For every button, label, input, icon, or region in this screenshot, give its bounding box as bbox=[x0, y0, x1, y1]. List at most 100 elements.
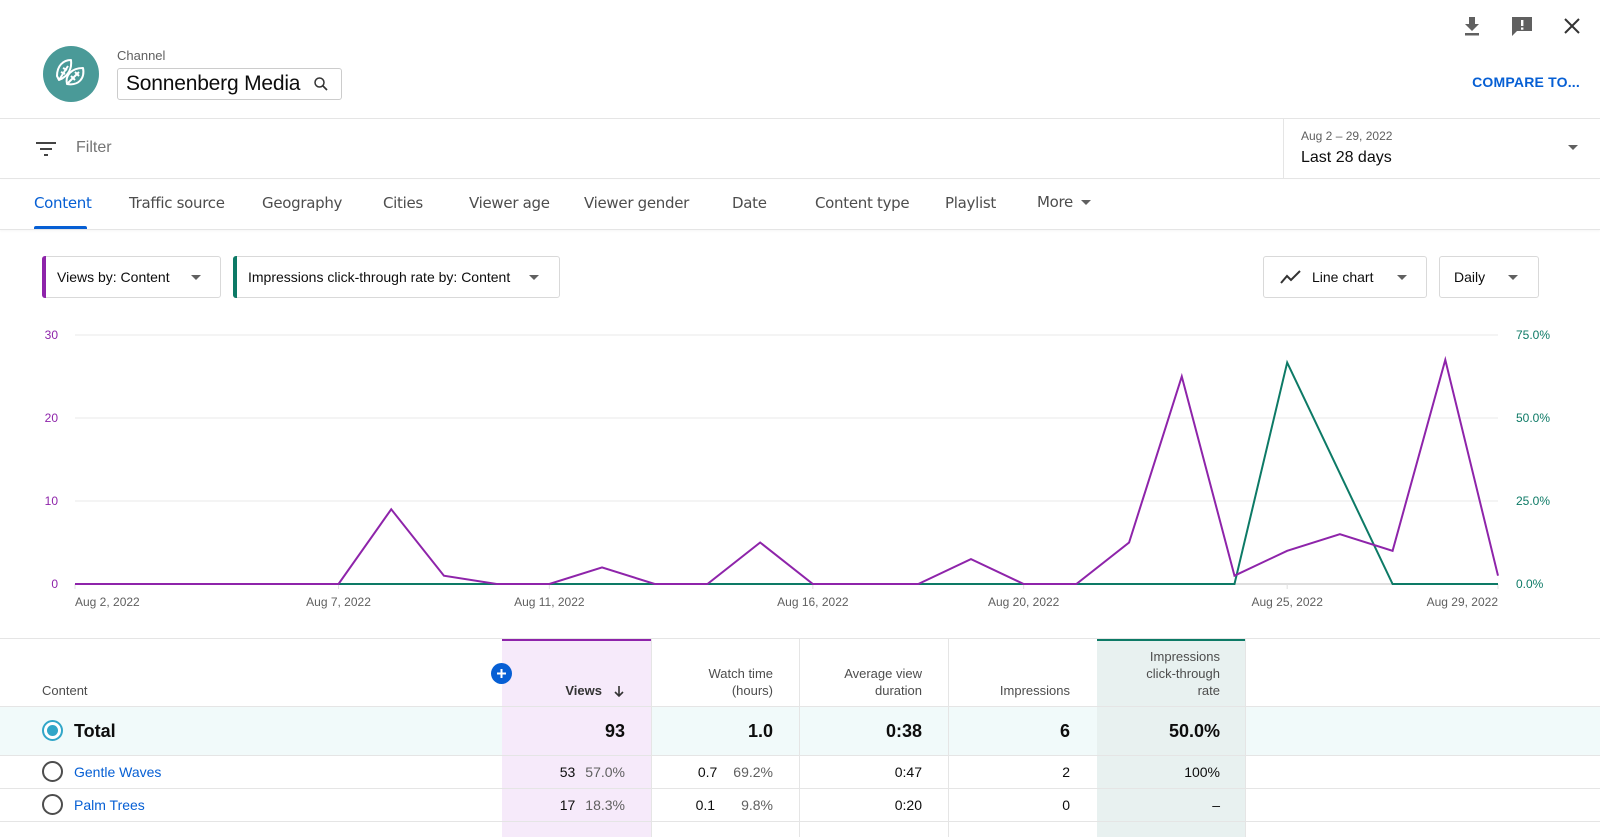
download-icon[interactable] bbox=[1456, 12, 1488, 40]
date-range-text: Aug 2 – 29, 2022 bbox=[1301, 129, 1393, 143]
sort-descending-icon bbox=[614, 685, 624, 697]
chart-type-label: Line chart bbox=[1312, 269, 1374, 285]
line-chart: 0 10 20 30 0.0% 25.0% 50.0% 75.0% Aug 2, 2022 Aug… bbox=[45, 328, 1551, 609]
header-ctr[interactable]: Impressions click-through rate bbox=[1146, 648, 1220, 699]
x-axis-tick-label: Aug 25, 2022 bbox=[1251, 595, 1323, 609]
header: Channel Sonnenberg Media COMPARE TO... bbox=[0, 0, 1600, 119]
tab-more[interactable]: More bbox=[1037, 193, 1091, 211]
chevron-down-icon bbox=[1508, 275, 1518, 280]
tab-viewer-gender[interactable]: Viewer gender bbox=[584, 194, 689, 212]
watch-time-percent: 9.8% bbox=[741, 797, 773, 813]
x-axis-tick-label: Aug 20, 2022 bbox=[988, 595, 1060, 609]
interval-selector[interactable]: Daily bbox=[1439, 256, 1539, 298]
tab-playlist[interactable]: Playlist bbox=[945, 194, 996, 212]
ctr-series-line bbox=[75, 359, 1498, 585]
secondary-metric-label: Impressions click-through rate by: Conte… bbox=[248, 269, 511, 285]
tab-date[interactable]: Date bbox=[732, 194, 767, 212]
row-views: 53 57.0% bbox=[560, 764, 625, 780]
left-axis-tick-label: 30 bbox=[45, 328, 59, 342]
line-chart-icon bbox=[1280, 269, 1302, 285]
right-axis-tick-label: 50.0% bbox=[1516, 411, 1550, 425]
row-ctr: 100% bbox=[1184, 764, 1220, 780]
total-radio[interactable] bbox=[42, 720, 63, 741]
plus-icon bbox=[497, 669, 506, 678]
column-divider bbox=[651, 639, 652, 837]
date-preset-text: Last 28 days bbox=[1301, 149, 1392, 166]
tab-geography[interactable]: Geography bbox=[262, 194, 342, 212]
column-divider bbox=[948, 639, 949, 837]
add-column-button[interactable] bbox=[491, 663, 512, 684]
watch-time-value: 0.7 bbox=[697, 764, 718, 780]
total-ctr: 50.0% bbox=[1168, 721, 1220, 741]
leaf-logo-icon bbox=[56, 59, 85, 86]
primary-metric-selector[interactable]: Views by: Content bbox=[42, 256, 221, 298]
filter-input[interactable] bbox=[76, 139, 1226, 157]
right-axis-tick-label: 75.0% bbox=[1516, 328, 1550, 342]
filter-bar: Aug 2 – 29, 2022 Last 28 days bbox=[0, 119, 1600, 179]
header-ctr-line1: Impressions bbox=[1149, 649, 1220, 664]
row-ctr: – bbox=[1212, 797, 1220, 813]
chevron-down-icon bbox=[529, 275, 539, 280]
tab-cities[interactable]: Cities bbox=[383, 194, 423, 212]
active-tab-indicator bbox=[34, 226, 87, 229]
row-divider bbox=[0, 755, 1600, 756]
views-value: 17 bbox=[559, 797, 576, 813]
row-divider bbox=[0, 788, 1600, 789]
tab-more-label: More bbox=[1037, 193, 1073, 211]
date-range-picker[interactable]: Aug 2 – 29, 2022 Last 28 days bbox=[1283, 119, 1600, 179]
x-axis-tick-label: Aug 7, 2022 bbox=[306, 595, 371, 609]
total-row-bg bbox=[0, 706, 1600, 755]
channel-avatar bbox=[43, 46, 99, 102]
header-avg-line2: duration bbox=[875, 683, 922, 698]
row-watch-time: 0.7 69.2% bbox=[698, 764, 773, 780]
header-ctr-line3: rate bbox=[1197, 683, 1220, 698]
dimension-tabs: Content Traffic source Geography Cities … bbox=[0, 180, 1600, 230]
header-impressions[interactable]: Impressions bbox=[1000, 682, 1070, 699]
total-watch-time: 1.0 bbox=[747, 721, 773, 741]
header-views-label: Views bbox=[565, 683, 602, 698]
chevron-down-icon bbox=[1568, 145, 1578, 150]
column-divider bbox=[1245, 639, 1246, 837]
header-views[interactable]: Views bbox=[565, 682, 626, 699]
primary-series-color-bar bbox=[42, 256, 46, 298]
search-icon[interactable] bbox=[309, 72, 333, 96]
feedback-icon[interactable] bbox=[1506, 12, 1538, 40]
total-impressions: 6 bbox=[1059, 721, 1070, 741]
left-axis-tick-label: 20 bbox=[45, 411, 59, 425]
row-impressions: 0 bbox=[1062, 797, 1070, 813]
row-divider bbox=[0, 821, 1600, 822]
header-watch-time[interactable]: Watch time (hours) bbox=[708, 665, 773, 699]
video-link[interactable]: Palm Trees bbox=[74, 797, 145, 813]
channel-selector[interactable]: Sonnenberg Media bbox=[117, 68, 342, 100]
right-axis-tick-label: 25.0% bbox=[1516, 494, 1550, 508]
channel-name: Sonnenberg Media bbox=[126, 72, 301, 95]
secondary-series-color-bar bbox=[233, 256, 237, 298]
row-radio[interactable] bbox=[42, 794, 63, 815]
compare-to-button[interactable]: COMPARE TO... bbox=[1472, 74, 1580, 90]
header-watch-time-line2: (hours) bbox=[731, 683, 773, 698]
row-avg-duration: 0:47 bbox=[894, 764, 922, 780]
chevron-down-icon bbox=[1081, 200, 1091, 205]
header-avg-view-duration[interactable]: Average view duration bbox=[844, 665, 922, 699]
row-avg-duration: 0:20 bbox=[894, 797, 922, 813]
row-radio[interactable] bbox=[42, 761, 63, 782]
watch-time-percent: 69.2% bbox=[733, 764, 773, 780]
tab-content[interactable]: Content bbox=[34, 194, 92, 212]
column-divider bbox=[799, 639, 800, 837]
total-label: Total bbox=[74, 721, 116, 741]
row-impressions: 2 bbox=[1062, 764, 1070, 780]
row-views: 17 18.3% bbox=[560, 797, 625, 813]
channel-label: Channel bbox=[117, 48, 166, 63]
secondary-metric-selector[interactable]: Impressions click-through rate by: Conte… bbox=[233, 256, 560, 298]
tab-content-type[interactable]: Content type bbox=[815, 194, 910, 212]
content-table: Content Views Watch time (hours) Average… bbox=[0, 638, 1600, 837]
tab-traffic-source[interactable]: Traffic source bbox=[129, 194, 225, 212]
left-axis-tick-label: 10 bbox=[45, 494, 59, 508]
tab-viewer-age[interactable]: Viewer age bbox=[469, 194, 550, 212]
chart-type-selector[interactable]: Line chart bbox=[1263, 256, 1427, 298]
chevron-down-icon bbox=[1397, 275, 1407, 280]
video-link[interactable]: Gentle Waves bbox=[74, 764, 161, 780]
filter-icon[interactable] bbox=[34, 139, 58, 159]
close-icon[interactable] bbox=[1556, 12, 1588, 40]
x-axis-tick-label: Aug 29, 2022 bbox=[1427, 595, 1499, 609]
